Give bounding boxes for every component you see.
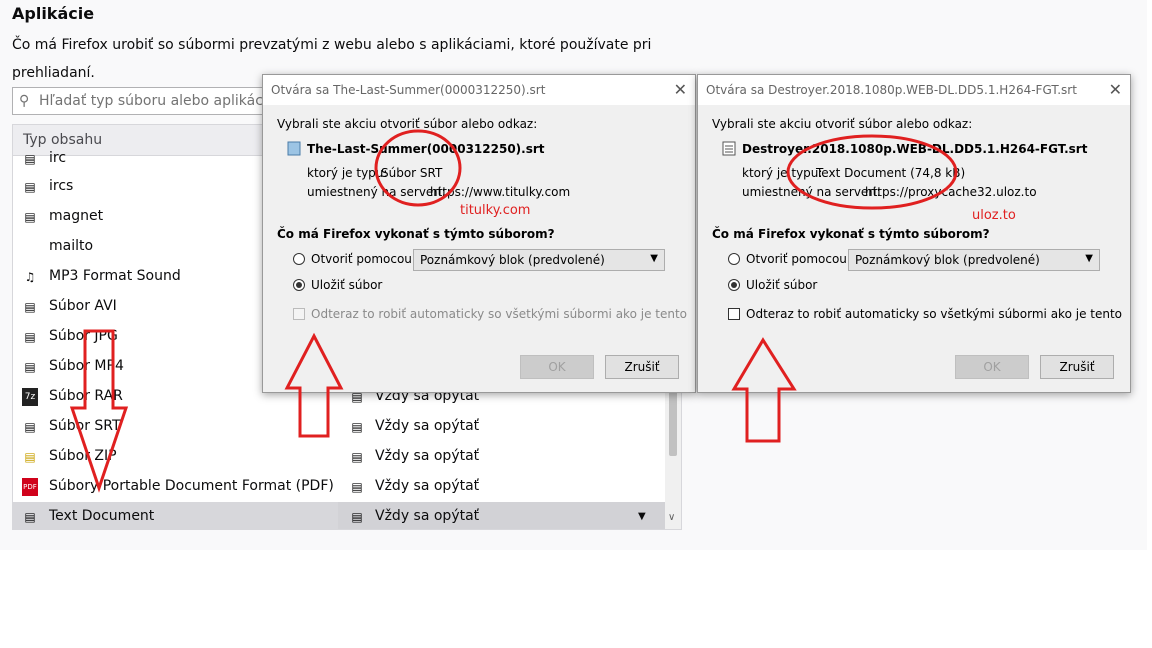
highlight-ellipse xyxy=(786,134,958,210)
arrow-up-annotation xyxy=(284,332,344,438)
arrow-up-annotation xyxy=(731,337,797,443)
annotation-overlay xyxy=(69,129,958,493)
arrow-down-annotation xyxy=(69,329,129,493)
highlight-ellipse xyxy=(374,129,462,207)
